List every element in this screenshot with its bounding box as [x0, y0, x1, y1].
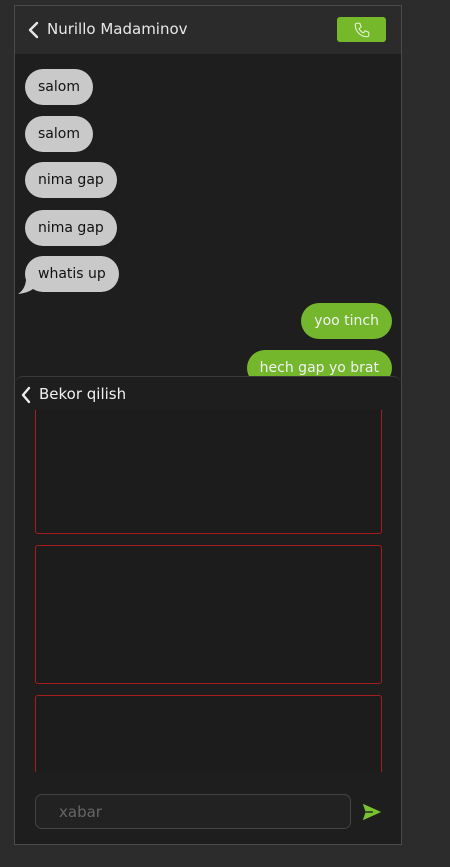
send-icon[interactable] — [361, 801, 383, 823]
media-slot[interactable] — [35, 545, 382, 684]
call-button[interactable] — [337, 17, 386, 42]
chat-header: Nurillo Madaminov — [15, 6, 401, 54]
back-arrow-icon[interactable] — [27, 20, 41, 40]
message-bubble-incoming: nima gap — [25, 210, 117, 246]
attachment-panel: Bekor qilish xabar — [15, 376, 401, 844]
media-slot[interactable] — [35, 695, 382, 772]
message-bubble-incoming: salom — [25, 69, 93, 105]
back-arrow-icon[interactable] — [20, 386, 32, 404]
media-slot-list — [15, 410, 401, 772]
message-bubble-incoming: whatis up — [25, 256, 119, 292]
bubble-tail-icon — [18, 272, 36, 294]
message-bubble-incoming: nima gap — [25, 162, 117, 198]
contact-name: Nurillo Madaminov — [47, 20, 188, 38]
cancel-button[interactable]: Bekor qilish — [39, 385, 126, 403]
message-bubble-outgoing: yoo tinch — [301, 303, 392, 339]
message-list: salom salom nima gap nima gap whatis up … — [15, 54, 401, 386]
message-input[interactable]: xabar — [35, 794, 351, 829]
message-bubble-incoming: salom — [25, 116, 93, 152]
media-slot[interactable] — [35, 410, 382, 534]
phone-icon — [354, 22, 369, 37]
chat-window: Nurillo Madaminov salom salom nima gap n… — [14, 5, 402, 845]
